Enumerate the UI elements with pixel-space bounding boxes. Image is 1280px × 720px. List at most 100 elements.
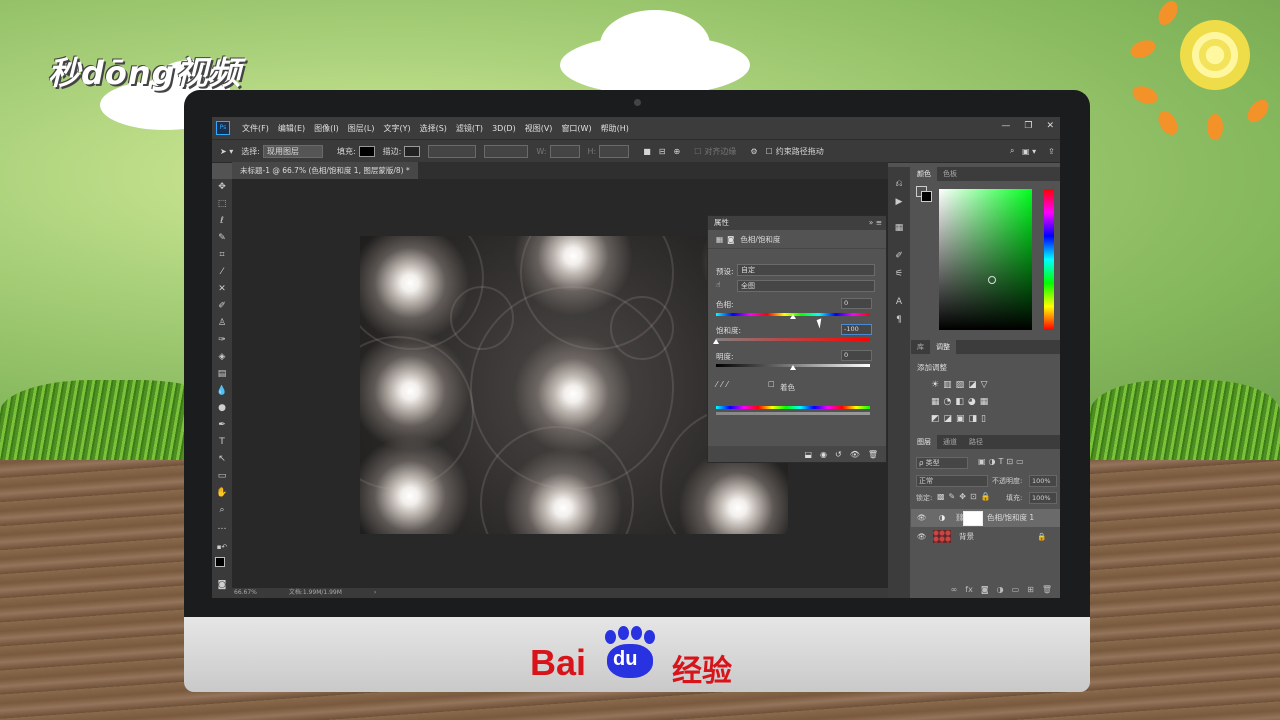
lightness-slider[interactable] <box>716 364 870 370</box>
targeted-adjustment-hand-icon[interactable]: ☝ <box>716 280 721 289</box>
tab-color[interactable]: 颜色 <box>911 167 937 181</box>
character-icon[interactable]: A <box>892 295 906 309</box>
channel-dropdown[interactable]: 全图 <box>737 280 875 292</box>
marquee-tool-icon[interactable]: ⬚ <box>215 198 229 211</box>
layer-mask-thumbnail[interactable] <box>963 511 983 526</box>
gear-icon[interactable]: ⚙ <box>750 147 757 156</box>
visibility-eye-icon[interactable]: 👁 <box>917 509 927 527</box>
new-group-icon[interactable]: ▭ <box>1012 585 1020 594</box>
more-tools-icon[interactable]: … <box>215 521 229 534</box>
paragraph-icon[interactable]: ¶ <box>892 313 906 327</box>
color-field[interactable] <box>939 189 1032 330</box>
clone-stamp-tool-icon[interactable]: ♙ <box>215 317 229 330</box>
tab-swatches[interactable]: 色板 <box>937 167 963 181</box>
menu-filter[interactable]: 滤镜(T) <box>456 123 483 134</box>
new-adjustment-icon[interactable]: ◑ <box>997 585 1004 594</box>
saturation-value[interactable]: -100 <box>841 324 872 335</box>
background-color-swatch[interactable] <box>921 191 932 202</box>
dodge-tool-icon[interactable]: ● <box>215 402 229 415</box>
clip-to-layer-icon[interactable]: ⬓ <box>804 450 812 459</box>
layer-kind-filter[interactable]: ρ 类型 <box>916 457 968 469</box>
minimize-button[interactable]: — <box>1001 121 1010 131</box>
layer-name[interactable]: 背景 <box>959 528 974 546</box>
history-icon[interactable]: ⎌ <box>892 177 906 191</box>
quick-select-tool-icon[interactable]: ✎ <box>215 232 229 245</box>
brush-settings-icon[interactable]: ✐ <box>892 249 906 263</box>
tab-libraries[interactable]: 库 <box>911 340 930 354</box>
eyedropper-tool-icon[interactable]: ⁄ <box>215 266 229 279</box>
saturation-slider[interactable] <box>713 338 870 344</box>
document-tab[interactable]: 未标题-1 @ 66.7% (色相/饱和度 1, 图层蒙版/8) * <box>232 162 418 179</box>
adjustment-icon[interactable]: ▦ <box>716 235 723 244</box>
crop-tool-icon[interactable]: ⌗ <box>215 249 229 262</box>
align-edges-checkbox[interactable]: ☐ <box>694 147 701 156</box>
layer-filter-icons[interactable]: ▣◑T⊡▭ <box>978 457 1027 466</box>
zoom-level[interactable]: 66.67% <box>234 589 257 596</box>
actions-play-icon[interactable]: ▶ <box>892 195 906 209</box>
stroke-type-field[interactable] <box>484 144 529 158</box>
path-arrangement-icon[interactable]: ⊕ <box>674 147 681 156</box>
history-brush-tool-icon[interactable]: ✑ <box>215 334 229 347</box>
visibility-eye-icon[interactable]: 👁 <box>917 528 927 546</box>
status-menu-icon[interactable]: › <box>374 589 376 596</box>
opacity-value[interactable]: 100% <box>1029 475 1057 487</box>
close-button[interactable]: ✕ <box>1046 121 1054 131</box>
menu-select[interactable]: 选择(S) <box>420 123 447 134</box>
adjustment-icons-grid[interactable]: ☀▥▨◪▽ ▦◔◧◕▦ ◩◪▣◨▯ <box>931 377 1041 428</box>
new-layer-icon[interactable]: ⊞ <box>1027 585 1034 594</box>
layer-row[interactable]: 👁 背景 🔒 <box>911 528 1060 546</box>
search-icon[interactable]: ⌕ <box>1010 146 1014 156</box>
height-field[interactable] <box>599 144 630 158</box>
type-tool-icon[interactable]: T <box>215 436 229 449</box>
view-previous-icon[interactable]: ◉ <box>820 450 827 459</box>
stroke-swatch[interactable] <box>404 145 421 157</box>
preset-dropdown[interactable]: 自定 <box>737 264 875 276</box>
healing-brush-tool-icon[interactable]: ✕ <box>215 283 229 296</box>
panel-menu-icon[interactable]: » ≡ <box>869 216 882 230</box>
lasso-tool-icon[interactable]: ℓ <box>215 215 229 228</box>
properties-icon[interactable]: ▦ <box>892 221 906 235</box>
select-dropdown[interactable]: 现用图层 <box>262 144 323 158</box>
add-mask-icon[interactable]: ◙ <box>981 585 989 594</box>
saturation-slider-knob[interactable] <box>713 339 719 344</box>
reset-icon[interactable]: ↺ <box>835 450 842 459</box>
tab-channels[interactable]: 通道 <box>937 435 963 449</box>
move-tool-icon[interactable]: ➤ ▾ <box>220 147 233 156</box>
stroke-width-field[interactable] <box>428 144 477 158</box>
colorize-checkbox[interactable]: ☐ <box>768 380 775 389</box>
menu-layer[interactable]: 图层(L) <box>348 123 375 134</box>
brush-tool-icon[interactable]: ✐ <box>215 300 229 313</box>
restore-button[interactable]: ❐ <box>1024 121 1032 131</box>
hue-bar[interactable] <box>1044 189 1054 330</box>
menu-3d[interactable]: 3D(D) <box>492 124 516 133</box>
pen-tool-icon[interactable]: ✒ <box>215 419 229 432</box>
visibility-eye-icon[interactable]: 👁 <box>850 450 860 459</box>
constrain-path-checkbox[interactable]: ☐ <box>766 147 773 156</box>
menu-view[interactable]: 视图(V) <box>525 123 553 134</box>
delete-layer-icon[interactable]: 🗑 <box>1042 585 1052 594</box>
path-alignment-icon[interactable]: ⊟ <box>659 147 666 156</box>
lock-icons[interactable]: ▩✎✥⊡🔒 <box>937 492 995 501</box>
link-layers-icon[interactable]: ∞ <box>951 585 958 594</box>
color-field-cursor[interactable] <box>988 276 996 284</box>
hue-slider-knob[interactable] <box>790 314 796 319</box>
share-icon[interactable]: ⇪ <box>1048 147 1055 156</box>
lightness-value[interactable]: 0 <box>841 350 872 361</box>
tab-paths[interactable]: 路径 <box>963 435 989 449</box>
foreground-background-swatch[interactable] <box>215 557 229 571</box>
workspace-icon[interactable]: ▣ ▾ <box>1022 147 1036 156</box>
move-tool-icon[interactable]: ✥ <box>215 181 229 194</box>
tab-adjustments[interactable]: 调整 <box>930 340 956 354</box>
fx-icon[interactable]: fx <box>965 585 973 594</box>
blur-tool-icon[interactable]: 💧 <box>215 385 229 398</box>
blend-mode-dropdown[interactable]: 正常 <box>916 475 988 487</box>
layer-row[interactable]: 👁 ◑ ⛓ 色相/饱和度 1 <box>911 509 1060 527</box>
fill-value[interactable]: 100% <box>1029 492 1057 504</box>
fill-swatch[interactable] <box>358 145 375 157</box>
path-operations-icon[interactable]: ■ <box>643 147 651 156</box>
menu-type[interactable]: 文字(Y) <box>383 123 410 134</box>
menu-window[interactable]: 窗口(W) <box>561 123 591 134</box>
trash-icon[interactable]: 🗑 <box>868 450 878 459</box>
path-selection-tool-icon[interactable]: ↖ <box>215 453 229 466</box>
menu-image[interactable]: 图像(I) <box>314 123 339 134</box>
